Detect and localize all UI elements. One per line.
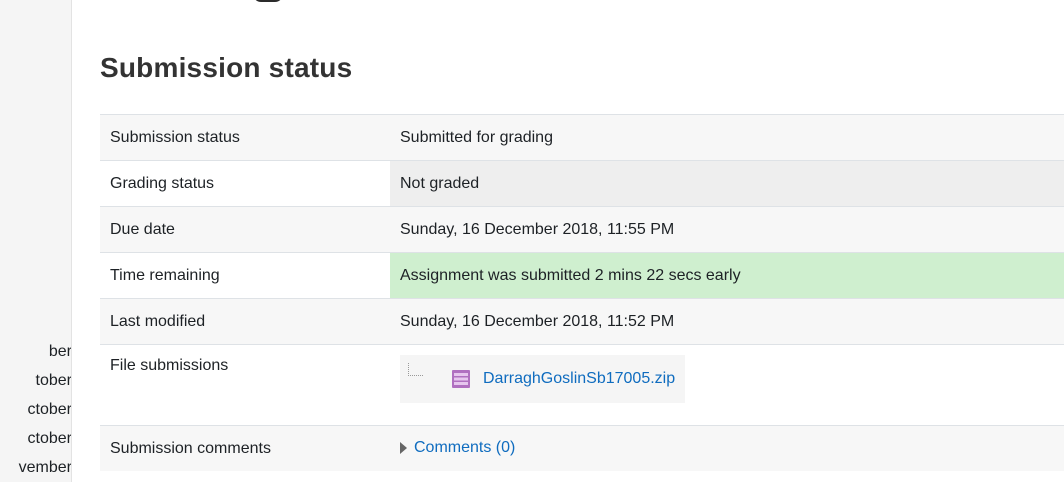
table-row: Due date Sunday, 16 December 2018, 11:55…	[100, 206, 1064, 253]
table-row: Submission status Submitted for grading	[100, 114, 1064, 161]
comments-link[interactable]: Comments (0)	[414, 439, 515, 457]
sidebar-item[interactable]: vember	[19, 453, 71, 482]
sidebar-item[interactable]: tober	[19, 366, 71, 395]
due-date-value: Sunday, 16 December 2018, 11:55 PM	[390, 206, 1064, 253]
row-value: Submitted for grading	[390, 114, 1064, 161]
sidebar-item[interactable]: ctober	[19, 395, 71, 424]
last-modified-value: Sunday, 16 December 2018, 11:52 PM	[390, 298, 1064, 345]
caret-right-icon[interactable]	[400, 441, 407, 454]
row-label: Time remaining	[100, 252, 390, 299]
sidebar-month-list: ber tober ctober ctober vember	[19, 337, 71, 482]
file-tree: DarraghGoslinSb17005.zip	[400, 355, 686, 403]
cropped-heading-glyph	[253, 0, 283, 2]
table-row: Submission comments Comments (0)	[100, 425, 1064, 471]
section-title: Submission status	[100, 52, 353, 83]
file-link[interactable]: DarraghGoslinSb17005.zip	[483, 370, 675, 388]
submission-status-table: Submission status Submitted for grading …	[100, 114, 1064, 471]
row-label: Last modified	[100, 298, 390, 345]
comments-cell: Comments (0)	[390, 425, 1064, 471]
sidebar-item[interactable]: ctober	[19, 424, 71, 453]
row-label: Submission comments	[100, 425, 390, 471]
table-row: Grading status Not graded	[100, 160, 1064, 207]
tree-connector	[408, 363, 423, 376]
row-label: Submission status	[100, 114, 390, 161]
table-row: Time remaining Assignment was submitted …	[100, 252, 1064, 299]
left-sidebar: ber tober ctober ctober vember	[0, 0, 72, 482]
table-row: File submissions DarraghGoslinSb17005.zi…	[100, 344, 1064, 426]
row-label: Due date	[100, 206, 390, 253]
table-row: Last modified Sunday, 16 December 2018, …	[100, 298, 1064, 345]
grading-status-value: Not graded	[390, 160, 1064, 207]
row-label: Grading status	[100, 160, 390, 207]
file-submissions-cell: DarraghGoslinSb17005.zip	[390, 344, 1064, 426]
comments-toggle[interactable]: Comments (0)	[400, 439, 515, 457]
time-remaining-value: Assignment was submitted 2 mins 22 secs …	[390, 252, 1064, 299]
sidebar-item[interactable]: ber	[19, 337, 71, 366]
zip-archive-icon	[451, 369, 471, 389]
row-label: File submissions	[100, 344, 390, 426]
